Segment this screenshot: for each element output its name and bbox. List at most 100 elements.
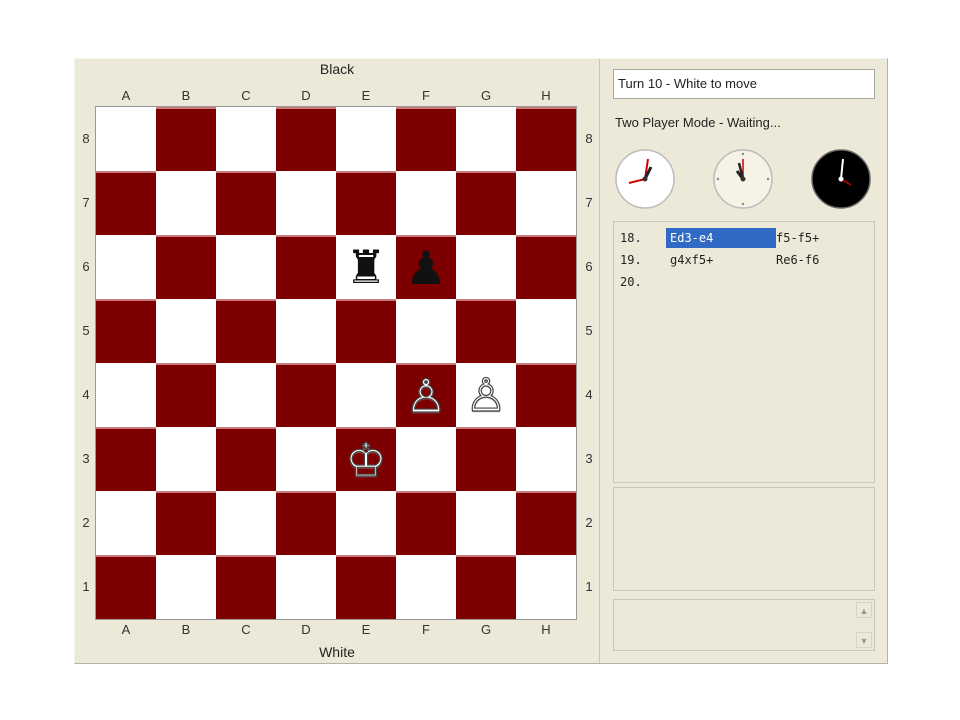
square-d2[interactable] [276, 491, 336, 555]
white-move[interactable]: Ed3-e4 [666, 228, 776, 248]
square-e4[interactable] [336, 363, 396, 427]
square-a3[interactable] [96, 427, 156, 491]
black-move[interactable]: f5-f5+ [776, 228, 866, 248]
square-e1[interactable] [336, 555, 396, 619]
square-e2[interactable] [336, 491, 396, 555]
white-pawn-piece[interactable]: ♙ [465, 371, 507, 418]
square-e6[interactable]: ♜ [336, 235, 396, 299]
square-h8[interactable] [516, 107, 576, 171]
square-b4[interactable] [156, 363, 216, 427]
square-a1[interactable] [96, 555, 156, 619]
file-label: E [361, 88, 371, 103]
square-g1[interactable] [456, 555, 516, 619]
black-move[interactable]: Re6-f6 [776, 250, 866, 270]
square-e3[interactable]: ♔ [336, 427, 396, 491]
square-f6[interactable]: ♟ [396, 235, 456, 299]
square-c1[interactable] [216, 555, 276, 619]
square-g4[interactable]: ♙ [456, 363, 516, 427]
scroll-down-icon[interactable]: ▼ [856, 632, 872, 648]
file-label: E [361, 622, 371, 637]
black-pawn-piece[interactable]: ♟ [405, 245, 446, 291]
square-f8[interactable] [396, 107, 456, 171]
square-g5[interactable] [456, 299, 516, 363]
square-b1[interactable] [156, 555, 216, 619]
square-h7[interactable] [516, 171, 576, 235]
square-c7[interactable] [216, 171, 276, 235]
square-d5[interactable] [276, 299, 336, 363]
square-e5[interactable] [336, 299, 396, 363]
square-g2[interactable] [456, 491, 516, 555]
square-f1[interactable] [396, 555, 456, 619]
rank-label: 6 [82, 259, 90, 274]
square-b3[interactable] [156, 427, 216, 491]
square-b2[interactable] [156, 491, 216, 555]
square-f3[interactable] [396, 427, 456, 491]
rank-label: 8 [585, 131, 593, 146]
square-g6[interactable] [456, 235, 516, 299]
square-c3[interactable] [216, 427, 276, 491]
square-h5[interactable] [516, 299, 576, 363]
file-label: H [541, 622, 551, 637]
square-d4[interactable] [276, 363, 336, 427]
square-e7[interactable] [336, 171, 396, 235]
white-move[interactable] [666, 272, 776, 292]
turn-status-field: Turn 10 - White to move [613, 69, 875, 99]
square-b8[interactable] [156, 107, 216, 171]
white-king-piece[interactable]: ♔ [345, 436, 387, 483]
move-list[interactable]: 18. Ed3-e4 f5-f5+ 19. g4xf5+ Re6-f6 20. [613, 221, 875, 483]
square-b7[interactable] [156, 171, 216, 235]
rank-label: 8 [82, 131, 90, 146]
white-pawn-piece[interactable]: ♙ [405, 372, 447, 419]
square-d1[interactable] [276, 555, 336, 619]
game-clock-icon [713, 149, 773, 209]
square-a6[interactable] [96, 235, 156, 299]
chess-board[interactable]: ♜ ♟ ♙ ♙ ♔ [95, 106, 577, 620]
file-labels-bottom: A B C D E F G H [96, 622, 576, 638]
square-d6[interactable] [276, 235, 336, 299]
square-c2[interactable] [216, 491, 276, 555]
black-move[interactable] [776, 272, 866, 292]
file-label: C [241, 622, 251, 637]
square-c8[interactable] [216, 107, 276, 171]
square-g3[interactable] [456, 427, 516, 491]
move-list-row: 18. Ed3-e4 f5-f5+ [620, 228, 866, 248]
file-label: H [541, 88, 551, 103]
square-a7[interactable] [96, 171, 156, 235]
square-c5[interactable] [216, 299, 276, 363]
square-d3[interactable] [276, 427, 336, 491]
square-d8[interactable] [276, 107, 336, 171]
square-h2[interactable] [516, 491, 576, 555]
file-label: D [301, 88, 311, 103]
square-c4[interactable] [216, 363, 276, 427]
square-a8[interactable] [96, 107, 156, 171]
square-h1[interactable] [516, 555, 576, 619]
white-move[interactable]: g4xf5+ [666, 250, 776, 270]
message-input[interactable]: ▲ ▼ [613, 599, 875, 651]
info-panel [613, 487, 875, 591]
file-label: G [480, 622, 492, 637]
rank-label: 4 [585, 387, 593, 402]
square-a4[interactable] [96, 363, 156, 427]
square-d7[interactable] [276, 171, 336, 235]
square-f5[interactable] [396, 299, 456, 363]
square-h6[interactable] [516, 235, 576, 299]
move-number: 19. [620, 253, 642, 267]
square-a5[interactable] [96, 299, 156, 363]
move-number: 18. [620, 231, 642, 245]
square-f7[interactable] [396, 171, 456, 235]
square-b6[interactable] [156, 235, 216, 299]
square-h4[interactable] [516, 363, 576, 427]
rank-label: 6 [585, 259, 593, 274]
black-rook-piece[interactable]: ♜ [345, 244, 386, 290]
scroll-up-icon[interactable]: ▲ [856, 602, 872, 618]
square-g7[interactable] [456, 171, 516, 235]
square-c6[interactable] [216, 235, 276, 299]
file-label: B [181, 622, 191, 637]
square-f4[interactable]: ♙ [396, 363, 456, 427]
square-h3[interactable] [516, 427, 576, 491]
square-a2[interactable] [96, 491, 156, 555]
square-g8[interactable] [456, 107, 516, 171]
square-f2[interactable] [396, 491, 456, 555]
square-b5[interactable] [156, 299, 216, 363]
square-e8[interactable] [336, 107, 396, 171]
